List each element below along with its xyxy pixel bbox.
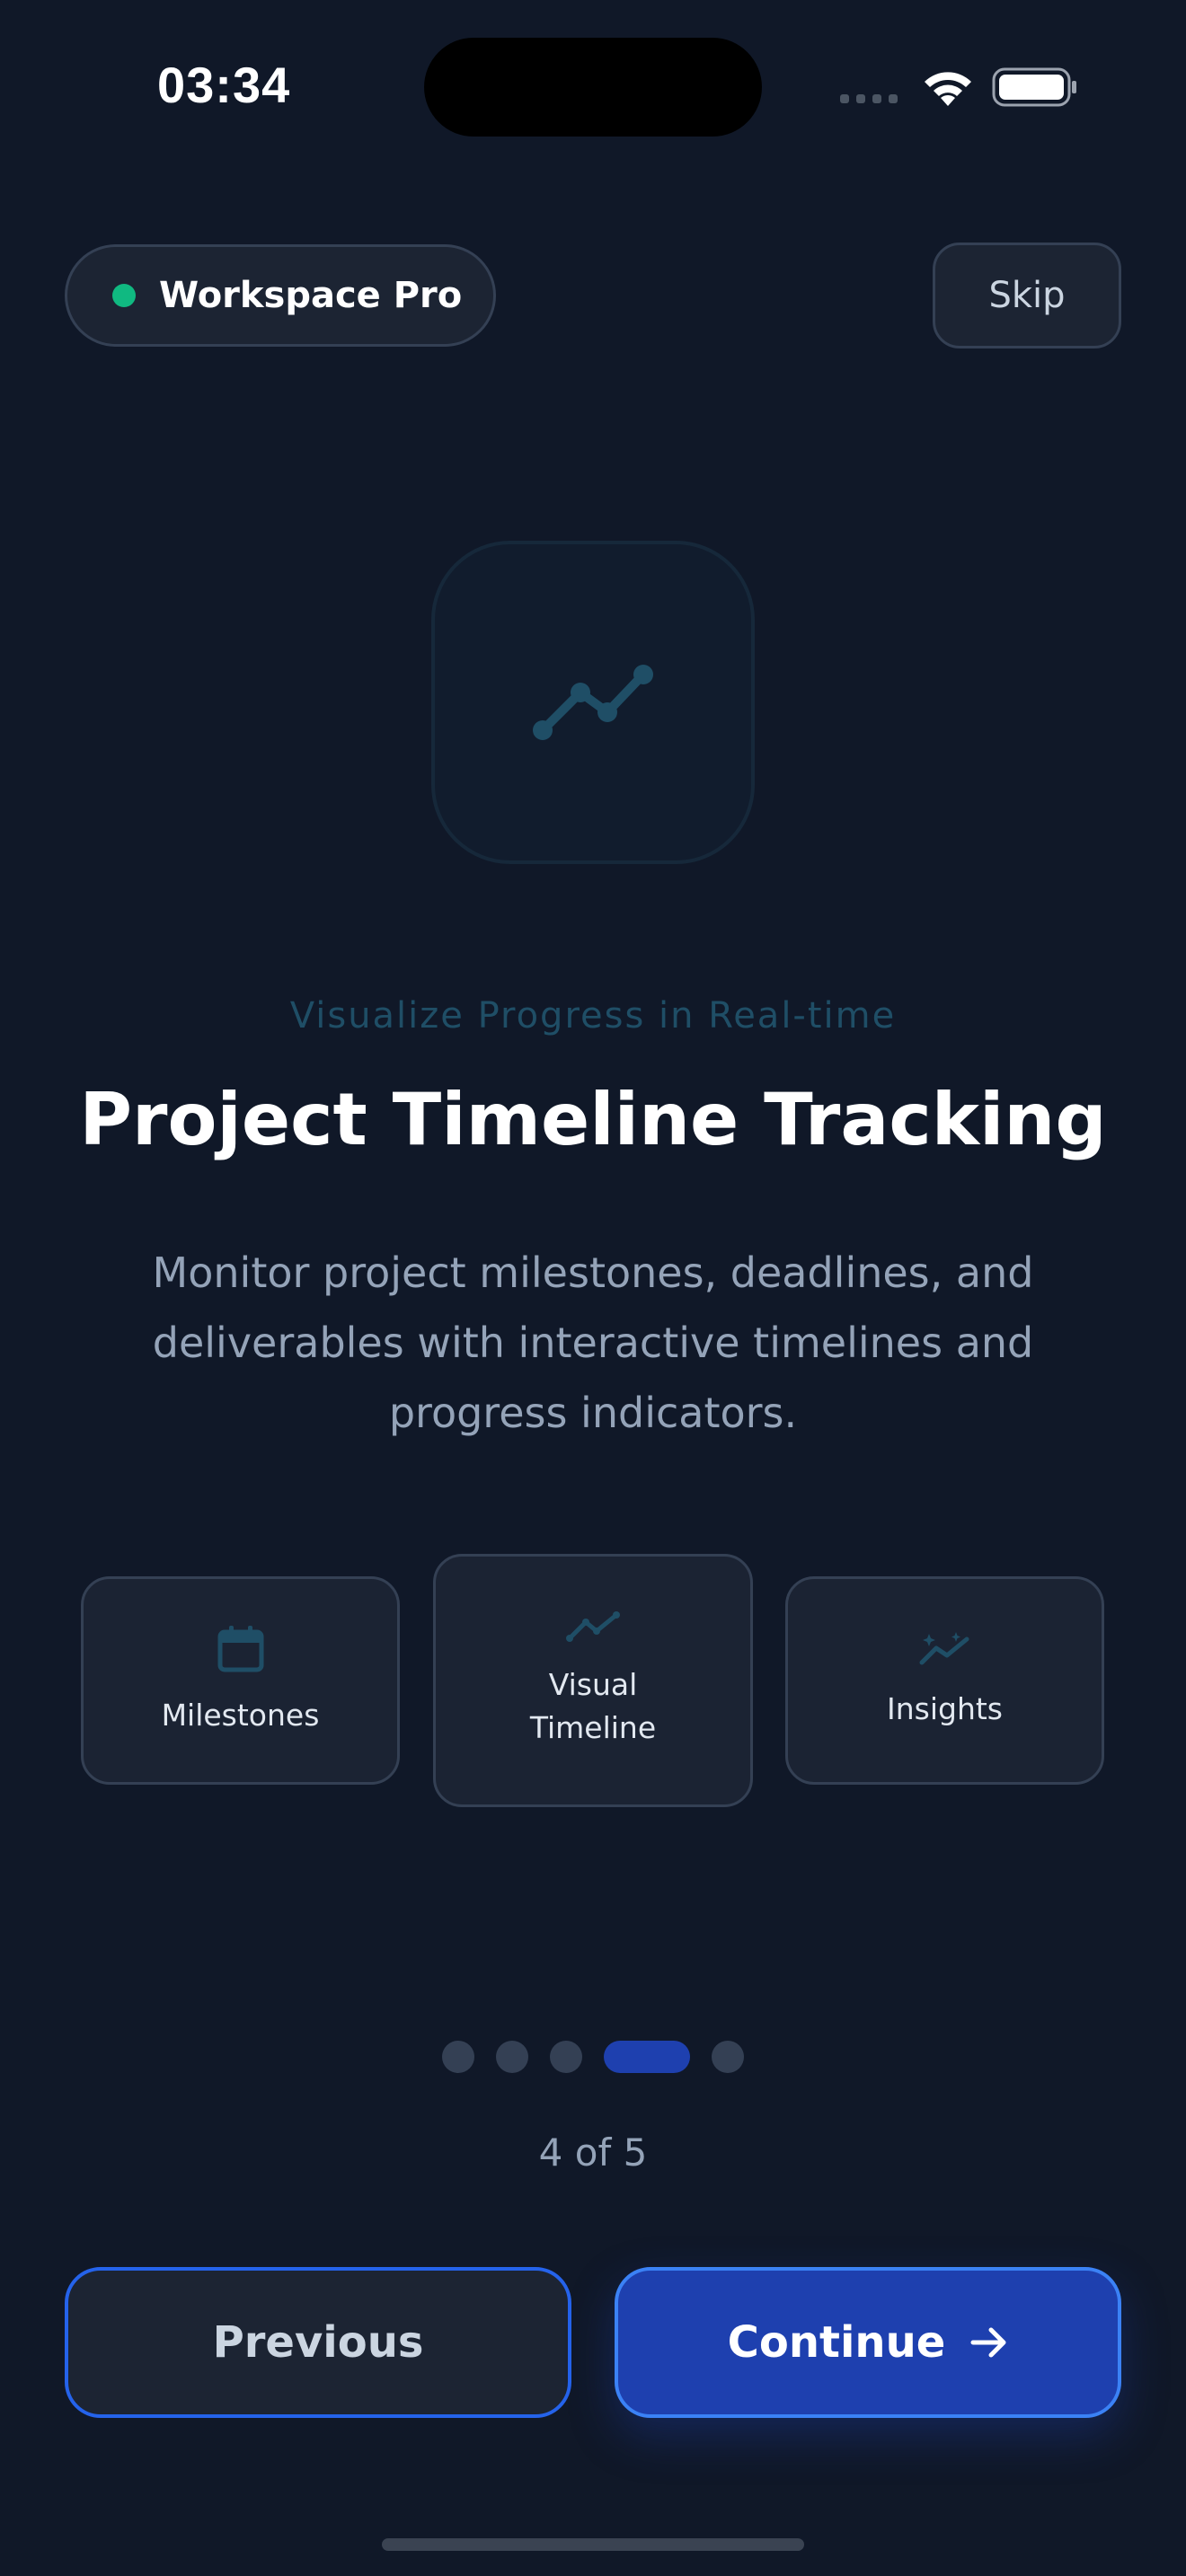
page-dot-3[interactable]: [550, 2041, 582, 2073]
page-title: Project Timeline Tracking: [79, 1078, 1107, 1161]
page-dot-4-active[interactable]: [604, 2041, 690, 2073]
feature-card-milestones[interactable]: Milestones: [81, 1576, 400, 1785]
onboarding-screen: 03:34 Workspace Pro Skip Visualize Progr…: [0, 0, 1186, 2576]
hero-description: Monitor project milestones, deadlines, a…: [152, 1248, 1034, 1437]
page-dot-5[interactable]: [712, 2041, 744, 2073]
continue-button-label: Continue: [727, 2317, 946, 2368]
feature-label: Insights: [886, 1691, 1003, 1726]
skip-button[interactable]: Skip: [933, 243, 1121, 348]
arrow-right-icon: [970, 2327, 1006, 2358]
dynamic-island: [424, 38, 762, 137]
hero-subtitle: Visualize Progress in Real-time: [289, 995, 897, 1037]
calendar-icon: [217, 1626, 263, 1672]
sparkle-trend-icon: [919, 1632, 969, 1665]
feature-label: Milestones: [161, 1698, 320, 1733]
feature-card-insights[interactable]: Insights: [785, 1576, 1104, 1785]
wifi-icon: [925, 72, 971, 106]
status-dot-icon: [112, 284, 136, 307]
battery-icon: [992, 67, 1076, 107]
brand-badge: Workspace Pro: [65, 244, 496, 347]
previous-button[interactable]: Previous: [65, 2267, 571, 2418]
previous-button-label: Previous: [212, 2317, 424, 2368]
page-indicator: [0, 2041, 1186, 2073]
feature-card-visual-timeline[interactable]: Visual Timeline: [433, 1554, 753, 1807]
hero-icon-tile: [431, 541, 755, 864]
status-time: 03:34: [157, 57, 291, 113]
continue-button[interactable]: Continue: [615, 2267, 1121, 2418]
trend-line-icon: [533, 665, 653, 740]
page-dot-2[interactable]: [496, 2041, 528, 2073]
trend-line-icon: [566, 1611, 620, 1642]
brand-label: Workspace Pro: [159, 275, 463, 316]
page-counter: 4 of 5: [538, 2130, 648, 2175]
signal-dots-icon: [840, 94, 898, 103]
page-dot-1[interactable]: [442, 2041, 474, 2073]
feature-label: Visual Timeline: [529, 1667, 657, 1745]
home-indicator[interactable]: [382, 2538, 804, 2551]
